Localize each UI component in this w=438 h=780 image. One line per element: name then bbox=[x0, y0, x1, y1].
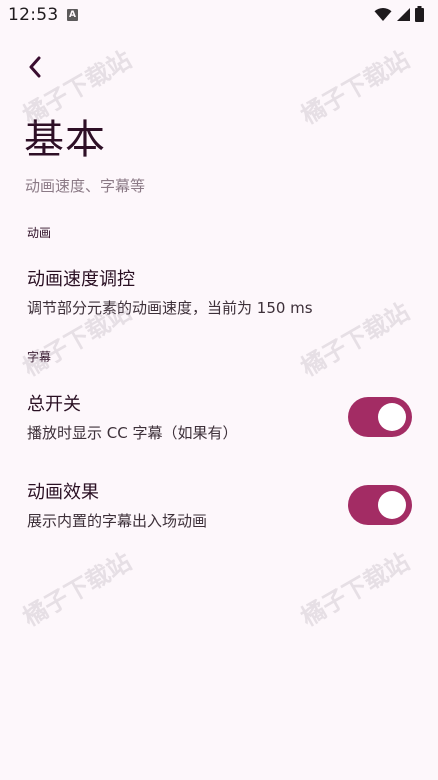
pref-title: 动画速度调控 bbox=[27, 269, 135, 290]
section-header-subtitles: 字幕 bbox=[27, 350, 52, 364]
section-header-animation: 动画 bbox=[27, 226, 52, 240]
pref-title: 动画效果 bbox=[27, 482, 99, 503]
status-bar: 12:53 A bbox=[0, 0, 438, 30]
watermark: 橘子下载站 bbox=[18, 547, 137, 632]
pref-summary: 展示内置的字幕出入场动画 bbox=[27, 512, 208, 530]
switch-thumb bbox=[378, 403, 406, 431]
pref-summary: 播放时显示 CC 字幕（如果有） bbox=[27, 424, 238, 442]
animation-effect-switch-toggle[interactable] bbox=[348, 485, 412, 525]
pref-animation-speed[interactable]: 动画速度调控 调节部分元素的动画速度，当前为 150 ms bbox=[0, 258, 438, 328]
a-icon: A bbox=[67, 9, 78, 21]
chevron-left-icon bbox=[29, 56, 41, 78]
pref-subtitle-animation[interactable]: 动画效果 展示内置的字幕出入场动画 bbox=[0, 470, 438, 540]
back-button[interactable] bbox=[20, 52, 50, 82]
status-icons bbox=[374, 6, 424, 22]
master-switch-toggle[interactable] bbox=[348, 397, 412, 437]
watermark: 橘子下载站 bbox=[296, 45, 415, 130]
status-time: 12:53 bbox=[8, 5, 59, 25]
watermark: 橘子下载站 bbox=[296, 547, 415, 632]
page-subtitle: 动画速度、字幕等 bbox=[25, 177, 146, 195]
signal-icon bbox=[397, 7, 410, 21]
battery-icon bbox=[415, 6, 424, 22]
pref-title: 总开关 bbox=[27, 394, 81, 415]
pref-subtitle-master-switch[interactable]: 总开关 播放时显示 CC 字幕（如果有） bbox=[0, 382, 438, 452]
page-title: 基本 bbox=[24, 117, 106, 163]
pref-summary: 调节部分元素的动画速度，当前为 150 ms bbox=[27, 299, 313, 317]
wifi-icon bbox=[374, 7, 392, 21]
switch-thumb bbox=[378, 491, 406, 519]
